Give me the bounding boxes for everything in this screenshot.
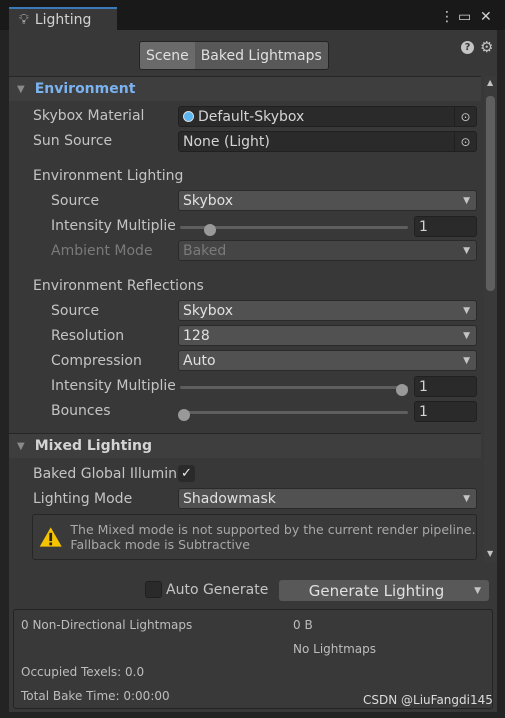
reflection-source-dropdown[interactable]: Skybox ▼ bbox=[178, 300, 477, 321]
env-reflections-heading: Environment Reflections bbox=[33, 278, 204, 294]
lightmap-size: 0 B bbox=[293, 618, 313, 632]
env-lighting-heading: Environment Lighting bbox=[33, 168, 184, 184]
chevron-down-icon: ▼ bbox=[463, 493, 470, 504]
auto-generate-checkbox[interactable] bbox=[145, 581, 162, 598]
maximize-icon[interactable]: ▭ bbox=[458, 9, 471, 25]
label: Compression bbox=[51, 353, 142, 369]
label: Baked Global Illumination bbox=[33, 466, 176, 482]
chevron-down-icon: ▼ bbox=[463, 245, 470, 256]
tab-scene[interactable]: Scene bbox=[140, 42, 195, 69]
gear-icon[interactable]: ⚙ bbox=[480, 38, 493, 56]
object-picker-icon[interactable]: ⊙ bbox=[454, 132, 476, 151]
warning-text: The Mixed mode is not supported by the c… bbox=[70, 522, 476, 552]
label: Lighting Mode bbox=[33, 491, 133, 507]
total-bake-time: Total Bake Time: 0:00:00 bbox=[21, 689, 170, 703]
generate-lighting-button[interactable]: Generate Lighting ▼ bbox=[279, 580, 489, 601]
env-lighting-source-dropdown[interactable]: Skybox ▼ bbox=[178, 190, 477, 211]
reflection-intensity-slider[interactable] bbox=[180, 384, 408, 396]
label: Source bbox=[51, 193, 100, 209]
view-tabs: Scene Baked Lightmaps bbox=[139, 41, 329, 70]
more-options-icon[interactable]: ⋮ bbox=[440, 9, 454, 25]
label: Intensity Multiplier bbox=[51, 378, 175, 394]
scroll-up-icon: ▲ bbox=[487, 78, 494, 87]
label: Source bbox=[51, 303, 100, 319]
env-intensity-slider[interactable] bbox=[180, 224, 408, 236]
lightbulb-icon: 💡︎ bbox=[19, 12, 29, 28]
object-picker-icon[interactable]: ⊙ bbox=[454, 107, 476, 126]
bounces-input[interactable]: 1 bbox=[414, 401, 477, 422]
chevron-down-icon: ▼ bbox=[463, 195, 470, 206]
scrollbar-thumb[interactable] bbox=[486, 96, 495, 291]
label: Resolution bbox=[51, 328, 125, 344]
no-lightmaps-text: No Lightmaps bbox=[293, 642, 376, 656]
foldout-icon: ▼ bbox=[17, 440, 25, 452]
reflection-intensity-input[interactable]: 1 bbox=[414, 376, 477, 397]
close-icon[interactable]: ✕ bbox=[480, 9, 492, 25]
label: Intensity Multiplier bbox=[51, 218, 175, 234]
window-title: Lighting bbox=[34, 12, 92, 28]
skybox-material-field[interactable]: Default-Skybox ⊙ bbox=[178, 106, 477, 127]
chevron-down-icon: ▼ bbox=[463, 305, 470, 316]
scrollbar[interactable]: ▲ ▼ bbox=[484, 76, 497, 562]
scroll-down-icon: ▼ bbox=[487, 549, 494, 558]
auto-generate-label: Auto Generate bbox=[166, 582, 269, 598]
warning-box: The Mixed mode is not supported by the c… bbox=[32, 514, 477, 560]
resolution-dropdown[interactable]: 128 ▼ bbox=[178, 325, 477, 346]
window-tab-lighting[interactable]: 💡︎ Lighting bbox=[9, 7, 117, 31]
label: Bounces bbox=[51, 403, 111, 419]
chevron-down-icon: ▼ bbox=[474, 585, 481, 596]
env-intensity-input[interactable]: 1 bbox=[414, 216, 477, 237]
lighting-mode-dropdown[interactable]: Shadowmask ▼ bbox=[178, 488, 477, 509]
chevron-down-icon: ▼ bbox=[463, 355, 470, 366]
material-icon bbox=[183, 111, 194, 122]
sun-source-field[interactable]: None (Light) ⊙ bbox=[178, 131, 477, 152]
baked-gi-checkbox[interactable]: ✓ bbox=[178, 465, 195, 482]
compression-dropdown[interactable]: Auto ▼ bbox=[178, 350, 477, 371]
sun-source-label: Sun Source bbox=[33, 133, 113, 149]
chevron-down-icon: ▼ bbox=[463, 330, 470, 341]
watermark: CSDN @LiuFangdi145 bbox=[363, 693, 493, 707]
label: Ambient Mode bbox=[51, 243, 153, 259]
foldout-icon: ▼ bbox=[17, 83, 25, 95]
tab-baked-lightmaps[interactable]: Baked Lightmaps bbox=[194, 42, 328, 69]
occupied-texels: Occupied Texels: 0.0 bbox=[21, 665, 145, 679]
bounces-slider[interactable] bbox=[178, 409, 408, 421]
section-mixed-lighting[interactable]: ▼ Mixed Lighting bbox=[9, 433, 481, 458]
section-environment[interactable]: ▼ Environment bbox=[9, 76, 481, 101]
help-icon[interactable]: ? bbox=[461, 41, 474, 54]
lightmap-count: 0 Non-Directional Lightmaps bbox=[21, 618, 193, 632]
ambient-mode-dropdown: Baked ▼ bbox=[178, 240, 477, 261]
skybox-label: Skybox Material bbox=[33, 108, 145, 124]
warning-icon bbox=[39, 527, 62, 547]
